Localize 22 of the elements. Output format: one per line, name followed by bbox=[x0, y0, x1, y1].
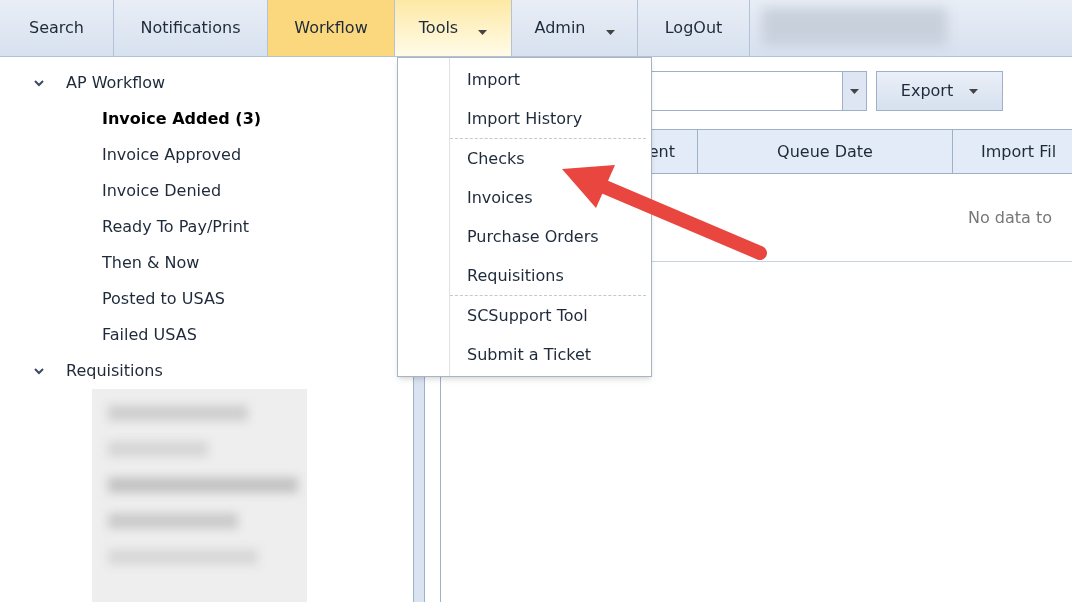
menu-item[interactable]: Import bbox=[450, 60, 521, 99]
column-header[interactable]: Import Fil bbox=[953, 130, 1072, 173]
menu-item[interactable]: Submit a Ticket bbox=[450, 335, 592, 374]
menu-item[interactable]: Checks bbox=[450, 139, 525, 178]
caret-icon bbox=[969, 88, 979, 94]
tree-group-label[interactable]: Requisitions bbox=[66, 359, 163, 383]
empty-message: No data to bbox=[968, 206, 1053, 229]
caret-icon bbox=[605, 29, 615, 35]
menu-item[interactable]: Requisitions bbox=[450, 256, 564, 295]
caret-icon bbox=[478, 29, 488, 35]
menu-item[interactable]: Import History bbox=[450, 99, 583, 138]
export-button[interactable]: Export bbox=[876, 71, 1003, 111]
menu-item[interactable]: SCSupport Tool bbox=[450, 296, 588, 335]
menu-item[interactable]: Purchase Orders bbox=[450, 217, 599, 256]
tree-group-label[interactable]: AP Workflow bbox=[66, 71, 166, 95]
chevron-icon[interactable] bbox=[34, 367, 44, 375]
nav-tab[interactable]: Workflow bbox=[268, 0, 395, 56]
menu-item[interactable]: Invoices bbox=[450, 178, 533, 217]
column-header[interactable]: Queue Date bbox=[698, 130, 953, 173]
chevron-icon[interactable] bbox=[34, 79, 44, 87]
nav-tab[interactable]: Tools bbox=[395, 0, 512, 56]
caret-icon bbox=[850, 88, 859, 94]
